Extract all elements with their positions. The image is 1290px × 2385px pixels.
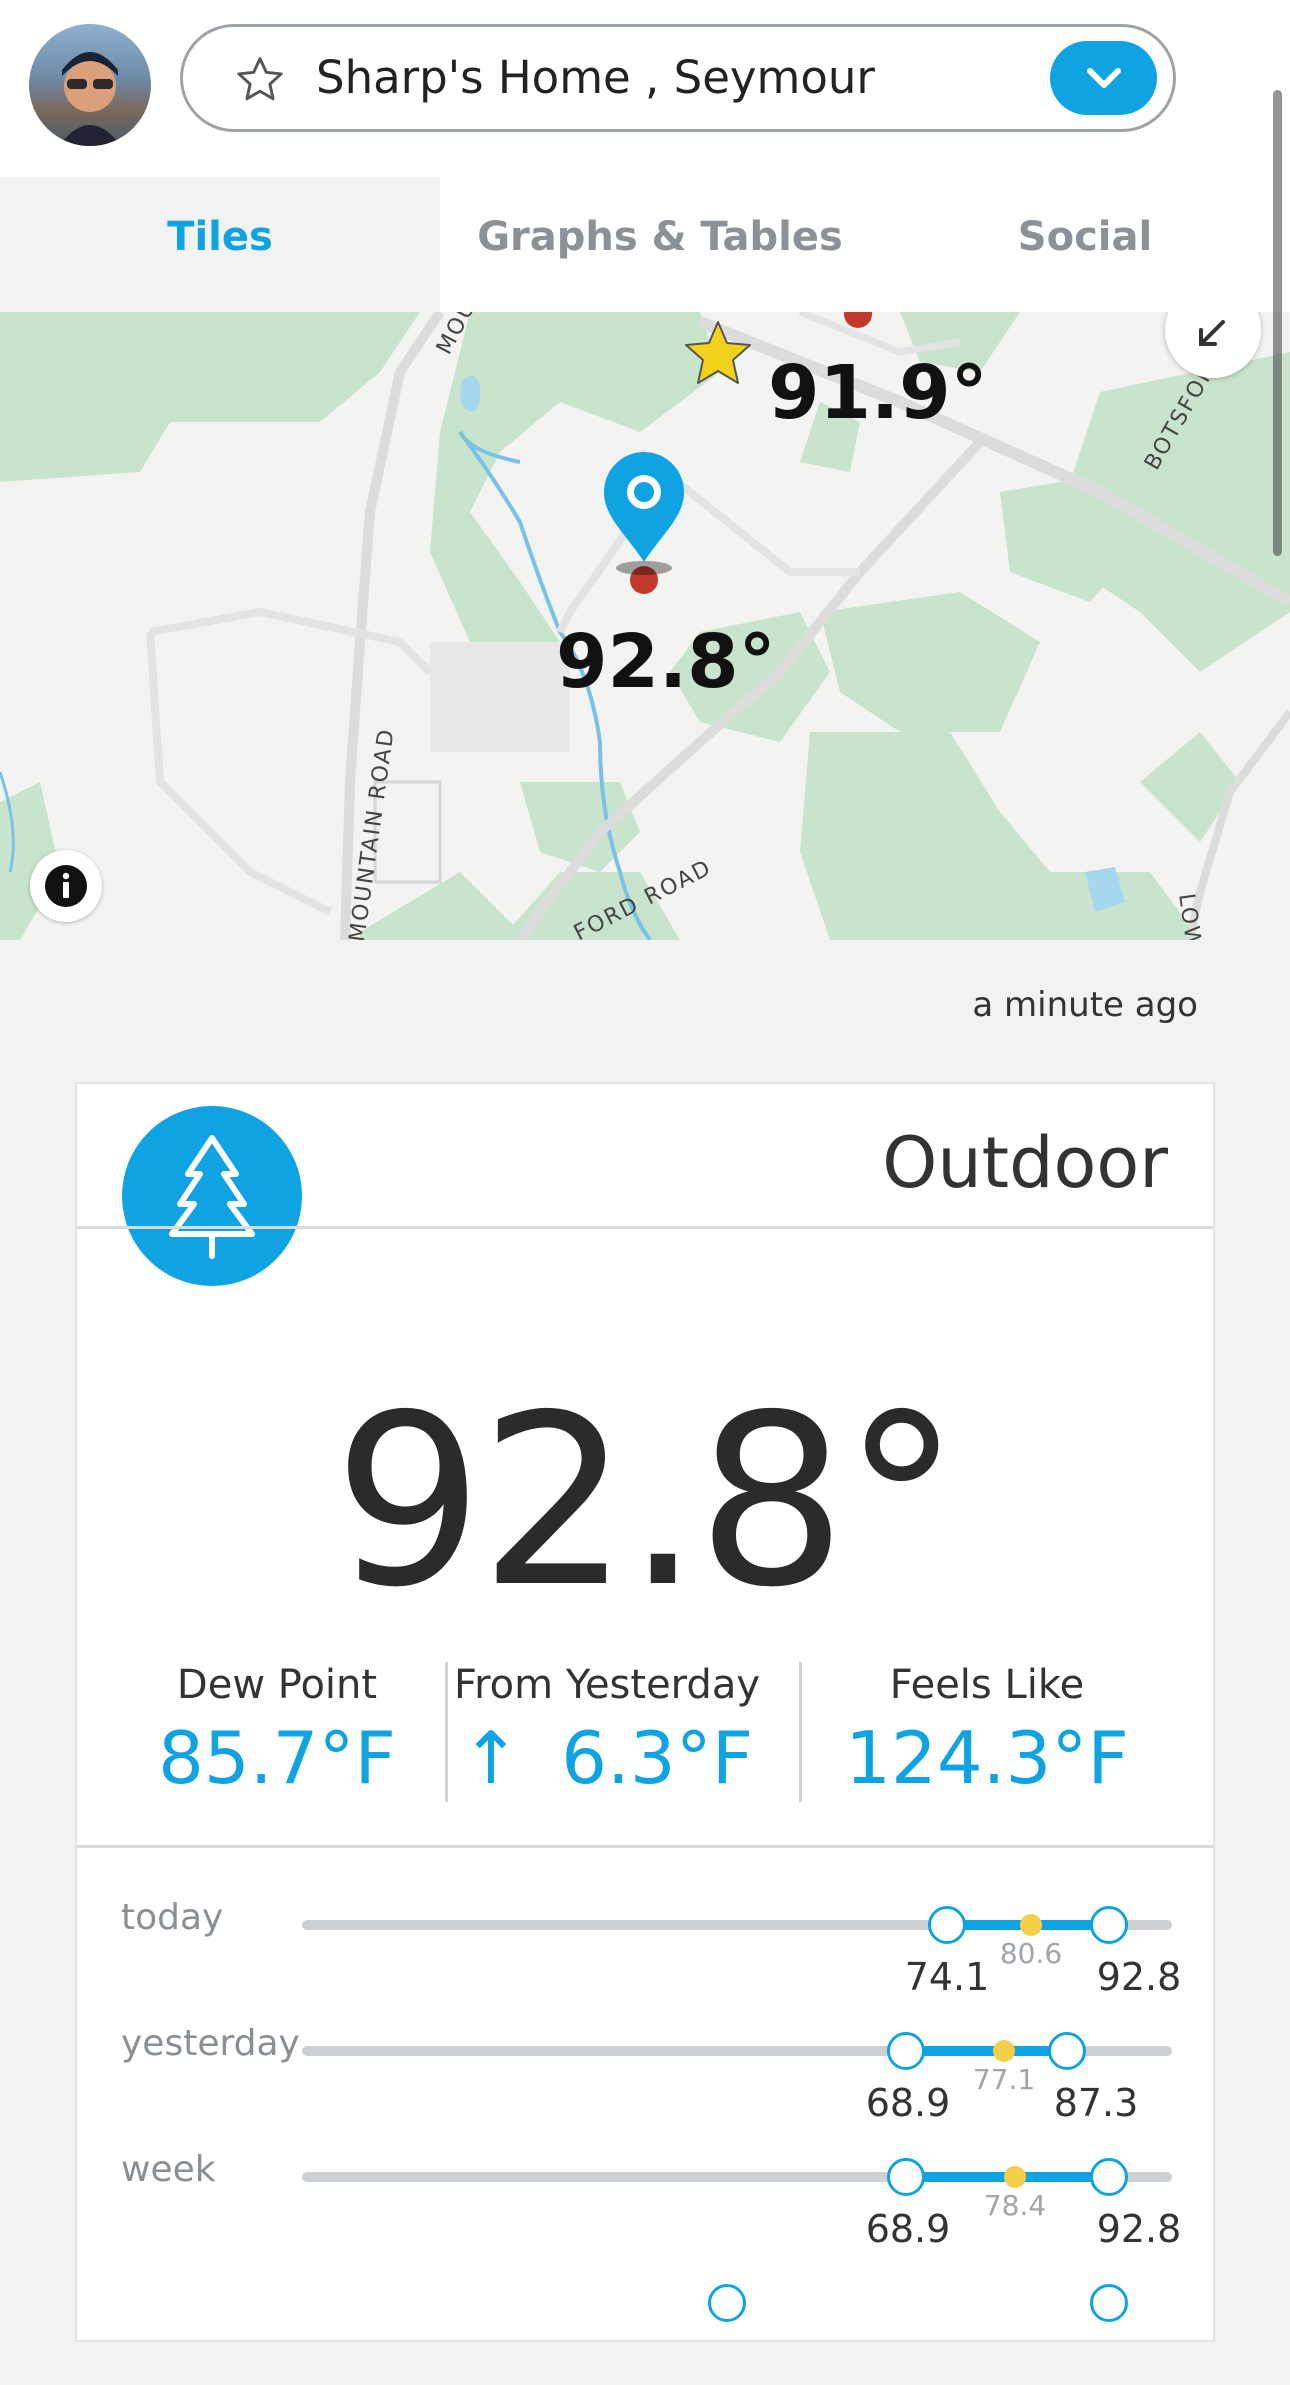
range-segment — [906, 2046, 1067, 2056]
range-average-value: 80.6 — [999, 1937, 1063, 1970]
range-low-marker — [887, 2158, 925, 2196]
range-high-marker — [1048, 2032, 1086, 2070]
current-location-pin-icon[interactable] — [604, 452, 684, 575]
tile-title: Outdoor — [882, 1122, 1168, 1204]
favorite-star-icon[interactable] — [233, 53, 287, 107]
header: Sharp's Home , Seymour — [0, 0, 1290, 177]
range-high-value: 92.8 — [1096, 1955, 1182, 1999]
range-low-marker — [708, 2284, 746, 2322]
location-dropdown-button[interactable] — [1050, 41, 1157, 115]
range-label: yesterday — [121, 2023, 300, 2064]
range-low-value: 68.9 — [865, 2207, 951, 2251]
tab-bar: Tiles Graphs & Tables Social — [0, 177, 1290, 312]
feels-like-label: Feels Like — [889, 1662, 1085, 1708]
range-average-marker — [993, 2040, 1015, 2062]
station-temp-label[interactable]: 92.8° — [556, 619, 776, 705]
range-high-marker — [1090, 2158, 1128, 2196]
location-selector[interactable]: Sharp's Home , Seymour — [180, 24, 1176, 132]
range-low-marker — [928, 1906, 966, 1944]
range-low-marker — [887, 2032, 925, 2070]
range-row-partial — [77, 2275, 1213, 2385]
from-yesterday-label: From Yesterday — [454, 1662, 760, 1708]
info-icon — [45, 865, 87, 907]
range-average-value: 78.4 — [983, 2189, 1047, 2222]
station-map[interactable]: 91.9° 92.8° MOUNT MOUNTAIN ROAD FORD ROA… — [0, 312, 1290, 940]
tree-icon — [122, 1106, 302, 1286]
range-label: week — [121, 2149, 216, 2190]
range-high-marker — [1090, 2284, 1128, 2322]
range-row-today: today 80.6 74.1 92.8 — [77, 1897, 1213, 2007]
up-arrow-icon: ↑ — [460, 1716, 522, 1800]
last-updated: a minute ago — [972, 985, 1198, 1025]
range-high-value: 92.8 — [1096, 2207, 1182, 2251]
location-name[interactable]: Sharp's Home , Seymour — [316, 27, 875, 129]
station-temp-label[interactable]: 91.9° — [768, 350, 988, 436]
divider — [77, 1226, 1213, 1229]
range-row-week: week 78.4 68.9 92.8 — [77, 2149, 1213, 2259]
avatar[interactable] — [29, 24, 151, 146]
feels-like-value: 124.3°F — [845, 1716, 1129, 1800]
dew-point-value: 85.7°F — [158, 1716, 396, 1800]
range-low-value: 74.1 — [904, 1955, 990, 1999]
range-average-marker — [1004, 2166, 1026, 2188]
dew-point-label: Dew Point — [176, 1662, 378, 1708]
feels-like-stat: Feels Like 124.3°F — [797, 1662, 1177, 1800]
map-expand-button[interactable] — [1165, 312, 1261, 378]
divider — [77, 1845, 1213, 1848]
range-average-marker — [1020, 1914, 1042, 1936]
dew-point-stat: Dew Point 85.7°F — [117, 1662, 437, 1800]
range-low-value: 68.9 — [865, 2081, 951, 2125]
range-average-value: 77.1 — [972, 2063, 1036, 2096]
from-yesterday-stat: From Yesterday ↑ 6.3°F — [447, 1662, 767, 1800]
range-row-yesterday: yesterday 77.1 68.9 87.3 — [77, 2023, 1213, 2133]
range-label: today — [121, 1897, 224, 1938]
collapse-arrow-icon — [1199, 320, 1225, 346]
range-high-value: 87.3 — [1053, 2081, 1139, 2125]
tab-social[interactable]: Social — [880, 177, 1290, 312]
tab-tiles[interactable]: Tiles — [0, 177, 440, 312]
outdoor-tile[interactable]: Outdoor 92.8° Dew Point 85.7°F From Yest… — [75, 1082, 1215, 2342]
map-info-button[interactable] — [30, 850, 102, 922]
range-high-marker — [1090, 1906, 1128, 1944]
chevron-down-icon — [1087, 68, 1121, 88]
scrollbar[interactable] — [1273, 90, 1282, 556]
tab-graphs-tables[interactable]: Graphs & Tables — [440, 177, 880, 312]
current-temperature: 92.8° — [333, 1364, 960, 1639]
from-yesterday-value: 6.3°F — [561, 1716, 754, 1800]
